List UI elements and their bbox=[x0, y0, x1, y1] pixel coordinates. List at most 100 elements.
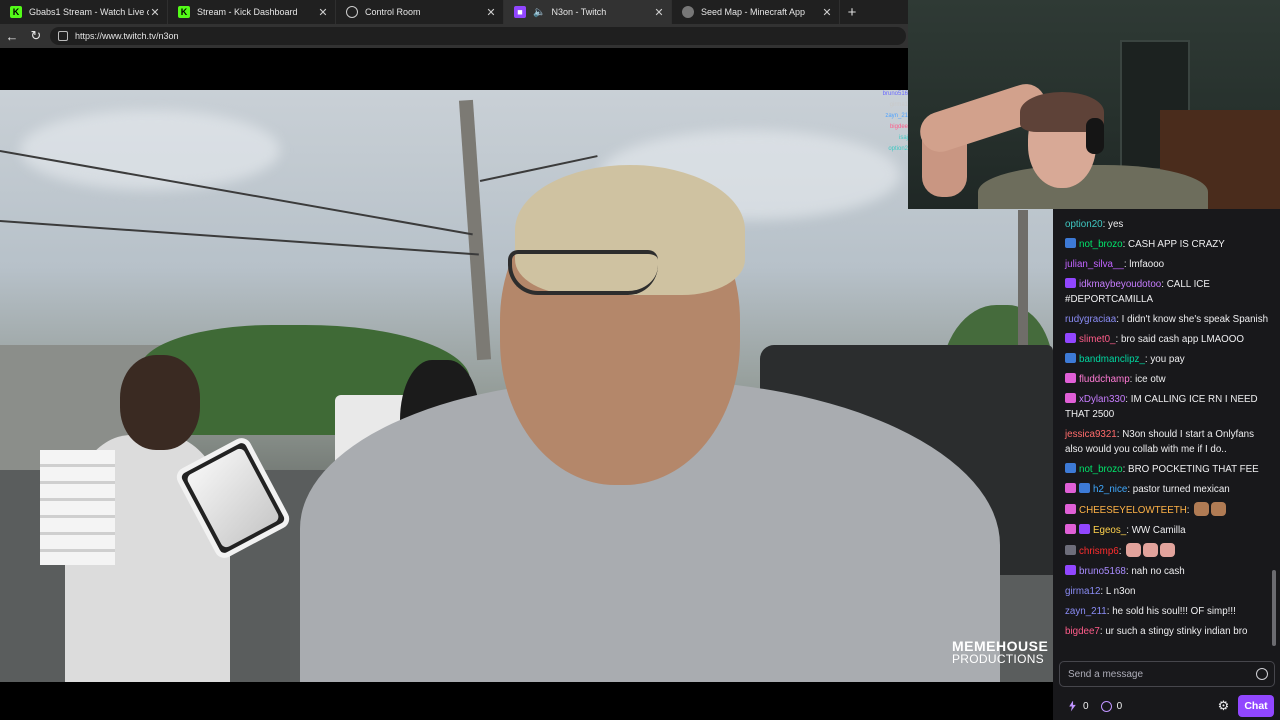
chat-username[interactable]: girma12 bbox=[1065, 586, 1100, 597]
emote-picker-icon[interactable] bbox=[1256, 668, 1268, 680]
browser-tab[interactable]: ■ 🔈 N3on - Twitch ✕ bbox=[504, 0, 672, 24]
url-field[interactable]: https://www.twitch.tv/n3on bbox=[50, 27, 906, 45]
chat-username[interactable]: bandmanclipz_ bbox=[1079, 354, 1145, 365]
mini-chat-name: bruno516 bbox=[882, 91, 908, 97]
browser-tab[interactable]: K Stream - Kick Dashboard ✕ bbox=[168, 0, 336, 24]
headset bbox=[1086, 118, 1104, 154]
chat-emote-icon[interactable] bbox=[1160, 543, 1176, 557]
mini-chat-overlay: bruno516 girma1 zayn_21 bigdee isaj option2 bbox=[866, 89, 908, 155]
chat-emote-icon[interactable] bbox=[1126, 543, 1142, 557]
browser-tab[interactable]: Control Room ✕ bbox=[336, 0, 504, 24]
streamer-cam-body bbox=[978, 165, 1208, 209]
kick-favicon-icon: K bbox=[10, 6, 22, 18]
browser-tab-bar: KGbabs1 Stream - Watch Live on K✕KStream… bbox=[0, 0, 908, 24]
chat-username[interactable]: Egeos_ bbox=[1093, 525, 1126, 536]
browser-tab-title: N3on - Twitch bbox=[551, 7, 607, 17]
mini-chat-name: bigdee bbox=[889, 124, 908, 130]
chat-message-list: option20: yes not_brozo: CASH APP IS CRAZ… bbox=[1065, 217, 1271, 644]
tab-close-icon[interactable]: ✕ bbox=[653, 6, 665, 19]
chat-username[interactable]: julian_silva__ bbox=[1065, 259, 1124, 270]
watermark-line-2: PRODUCTIONS bbox=[952, 652, 1044, 666]
sub-badge-icon[interactable] bbox=[1079, 524, 1090, 534]
vip-badge-icon[interactable] bbox=[1065, 524, 1076, 534]
browser-tab[interactable]: K Gbabs1 Stream - Watch Live on K✕ bbox=[0, 0, 168, 24]
chat-message: xDylan330: IM CALLING ICE RN I NEED THAT… bbox=[1065, 392, 1271, 422]
chat-username[interactable]: bigdee7 bbox=[1065, 626, 1100, 637]
chat-username[interactable]: option20 bbox=[1065, 219, 1103, 230]
browser-tab-title: Seed Map - Minecraft App bbox=[701, 7, 806, 17]
site-info-icon[interactable] bbox=[58, 31, 68, 41]
chat-message: zayn_211: he sold his soul!!! OF simp!!! bbox=[1065, 604, 1271, 619]
predictions-points-value: 0 bbox=[1116, 700, 1123, 712]
chat-send-button[interactable]: Chat bbox=[1238, 695, 1274, 717]
chat-username[interactable]: h2_nice bbox=[1093, 484, 1127, 495]
chat-username[interactable]: jessica9321 bbox=[1065, 429, 1117, 440]
watermark-line-1: MEMEHOUSE bbox=[952, 638, 1049, 654]
mini-chat-name: isaj bbox=[898, 135, 908, 141]
tab-audio-speaker-icon[interactable]: 🔈 bbox=[533, 7, 545, 18]
chat-username[interactable]: not_brozo bbox=[1079, 239, 1123, 250]
chat-emote-icon[interactable] bbox=[1143, 543, 1159, 557]
chat-message: CHEESEYELOWTEETH: bbox=[1065, 502, 1271, 518]
points-circle-icon bbox=[1100, 700, 1112, 712]
prime-badge-icon[interactable] bbox=[1065, 463, 1076, 473]
prime-badge-icon[interactable] bbox=[1079, 483, 1090, 493]
vip-badge-icon[interactable] bbox=[1065, 393, 1076, 403]
chat-username[interactable]: rudygraciaa bbox=[1065, 314, 1116, 325]
webcam-overlay bbox=[908, 0, 1280, 209]
chat-username[interactable]: bruno5168 bbox=[1079, 566, 1126, 577]
chat-emote-icon[interactable] bbox=[1194, 502, 1210, 516]
chat-username[interactable]: not_brozo bbox=[1079, 464, 1123, 475]
refresh-icon[interactable]: ↻ bbox=[24, 24, 48, 48]
sub-badge-icon[interactable] bbox=[1065, 278, 1076, 288]
chat-message-text: I didn't know she's speak Spanish bbox=[1121, 314, 1269, 325]
vip-badge-icon[interactable] bbox=[1065, 483, 1076, 493]
person-left-head bbox=[120, 355, 200, 450]
mini-chat-name: zayn_21 bbox=[885, 113, 908, 119]
chat-settings-gear-icon[interactable]: ⚙ bbox=[1217, 699, 1230, 712]
chat-message: bandmanclipz_: you pay bbox=[1065, 352, 1271, 367]
sub-badge-icon[interactable] bbox=[1065, 333, 1076, 343]
chat-message-input[interactable] bbox=[1068, 668, 1248, 680]
new-tab-button[interactable]: + bbox=[840, 0, 864, 24]
chat-username[interactable]: CHEESEYELOWTEETH bbox=[1079, 505, 1187, 516]
chat-username[interactable]: zayn_211 bbox=[1065, 606, 1107, 617]
url-text: https://www.twitch.tv/n3on bbox=[75, 31, 179, 41]
chat-message: idkmaybeyoudotoo: CALL ICE #DEPORTCAMILL… bbox=[1065, 277, 1271, 307]
prime-badge-icon[interactable] bbox=[1065, 353, 1076, 363]
tab-close-icon[interactable]: ✕ bbox=[485, 6, 497, 19]
chat-username[interactable]: xDylan330 bbox=[1079, 394, 1125, 405]
chat-message-text: pastor turned mexican bbox=[1132, 484, 1230, 495]
twitch-favicon-icon: ■ bbox=[514, 6, 526, 18]
mini-chat-name: option2 bbox=[888, 146, 908, 152]
chat-message-text: CASH APP IS CRAZY bbox=[1128, 239, 1225, 250]
chat-message-text: ur such a stingy stinky indian bro bbox=[1105, 626, 1248, 637]
back-icon[interactable]: ← bbox=[0, 24, 24, 48]
chat-message: rudygraciaa: I didn't know she's speak S… bbox=[1065, 312, 1271, 327]
chat-username[interactable]: fluddchamp bbox=[1079, 374, 1130, 385]
chat-input-box[interactable] bbox=[1059, 661, 1275, 687]
prime-badge-icon[interactable] bbox=[1065, 238, 1076, 248]
channel-points-value: 0 bbox=[1083, 700, 1089, 712]
chat-separator: : bbox=[1118, 546, 1125, 557]
vip-badge-icon[interactable] bbox=[1065, 504, 1076, 514]
bits-badge-icon[interactable] bbox=[1065, 545, 1076, 555]
vip-badge-icon[interactable] bbox=[1065, 373, 1076, 383]
browser-tab[interactable]: Seed Map - Minecraft App ✕ bbox=[672, 0, 840, 24]
tab-close-icon[interactable]: ✕ bbox=[317, 6, 329, 19]
tab-close-icon[interactable]: ✕ bbox=[821, 6, 833, 19]
chat-message: girma12: L n3on bbox=[1065, 584, 1271, 599]
video-player[interactable]: MEMEHOUSE PRODUCTIONS bbox=[0, 90, 1053, 682]
browser-tab-title: Control Room bbox=[365, 7, 421, 17]
chat-username[interactable]: idkmaybeyoudotoo bbox=[1079, 279, 1161, 290]
chat-username[interactable]: chrismp6 bbox=[1079, 546, 1119, 557]
chat-username[interactable]: slimet0_ bbox=[1079, 334, 1115, 345]
channel-points[interactable]: 0 bbox=[1067, 700, 1089, 712]
chat-scrollbar[interactable] bbox=[1272, 570, 1276, 646]
video-watermark: MEMEHOUSE PRODUCTIONS bbox=[952, 639, 1048, 665]
sub-badge-icon[interactable] bbox=[1065, 565, 1076, 575]
tab-close-icon[interactable]: ✕ bbox=[149, 6, 161, 19]
chat-message: slimet0_: bro said cash app LMAOOO bbox=[1065, 332, 1271, 347]
chat-emote-icon[interactable] bbox=[1211, 502, 1227, 516]
predictions-points[interactable]: 0 bbox=[1100, 700, 1123, 712]
